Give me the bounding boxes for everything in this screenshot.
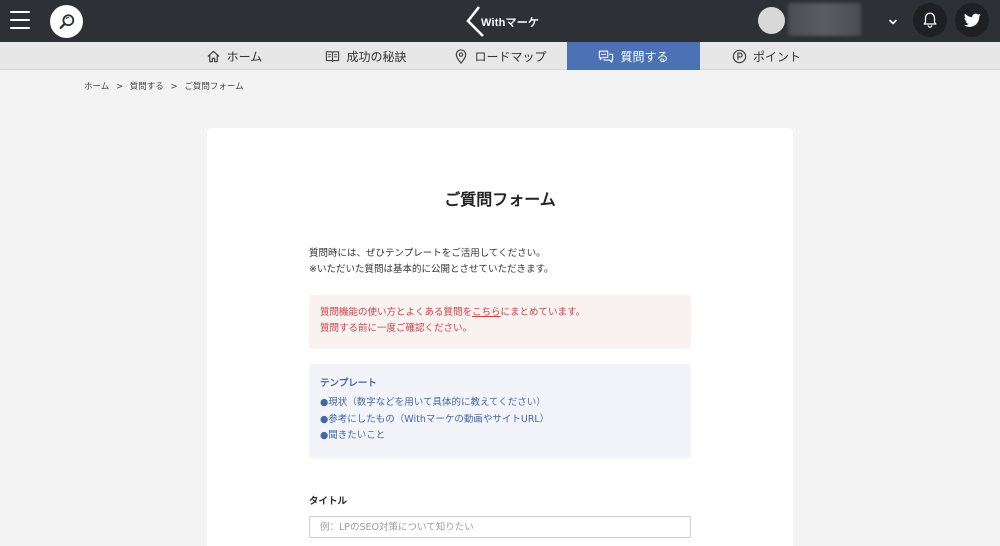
book-icon <box>326 50 340 62</box>
template-box: テンプレート ●現状（数字などを用いて具体的に教えてください） ●参考にしたもの… <box>309 364 691 458</box>
template-item: ●参考にしたもの（Withマーケの動画やサイトURL） <box>320 413 550 425</box>
title-field-label: タイトル <box>309 496 348 507</box>
user-menu-dropdown[interactable] <box>886 14 900 28</box>
nav-item-label: 質問する <box>620 49 669 64</box>
notice-text-post: にまとめています。 <box>500 307 586 318</box>
notice-line-2: 質問する前に一度ご確認ください。 <box>320 323 473 334</box>
form-intro: 質問時には、ぜひテンプレートをご活用してください。 ※いただいた質問は基本的に公… <box>309 246 554 278</box>
notification-button[interactable] <box>913 3 947 37</box>
template-item: ●聞きたいこと <box>320 430 386 441</box>
template-item: ●現状（数字などを用いて具体的に教えてください） <box>320 397 546 408</box>
breadcrumb-separator: > <box>170 82 178 92</box>
avatar[interactable] <box>758 7 785 34</box>
breadcrumb-ask[interactable]: 質問する <box>130 82 164 92</box>
intro-line-1: 質問時には、ぜひテンプレートをご活用してください。 <box>309 248 546 259</box>
breadcrumb-home[interactable]: ホーム <box>84 82 109 92</box>
point-coin-icon <box>732 49 747 63</box>
page-title: ご質問フォーム <box>444 190 556 209</box>
nav-item-success-secrets[interactable]: 成功の秘訣 <box>298 42 434 70</box>
username-blurred[interactable] <box>788 3 861 36</box>
nav-item-label: ポイント <box>752 49 801 64</box>
top-header: Withマーケ <box>0 0 1000 42</box>
nav-item-roadmap[interactable]: ロードマップ <box>434 42 567 70</box>
chat-icon <box>599 50 614 63</box>
home-icon <box>207 50 220 62</box>
hamburger-menu-icon[interactable] <box>10 11 30 29</box>
template-title: テンプレート <box>320 378 377 389</box>
logo-text: Withマーケ <box>481 17 540 29</box>
intro-line-2: ※いただいた質問は基本的に公開とさせていただきます。 <box>309 264 554 275</box>
nav-item-label: ロードマップ <box>474 49 547 64</box>
notice-text-pre: 質問機能の使い方とよくある質問を <box>320 307 473 318</box>
site-logo[interactable]: Withマーケ <box>465 5 539 38</box>
title-input[interactable] <box>309 516 691 538</box>
faq-link[interactable]: こちら <box>472 307 501 318</box>
bell-icon <box>923 12 937 28</box>
nav-item-label: ホーム <box>226 49 263 64</box>
breadcrumb-current: ご質問フォーム <box>184 82 244 92</box>
search-icon <box>59 13 74 29</box>
notice-line-1: 質問機能の使い方とよくある質問をこちらにまとめています。 <box>320 305 680 321</box>
nav-item-home[interactable]: ホーム <box>170 42 298 70</box>
twitter-icon <box>963 13 981 27</box>
faq-notice: 質問機能の使い方とよくある質問をこちらにまとめています。 質問する前に一度ご確認… <box>309 295 691 349</box>
breadcrumb: ホーム > 質問する > ご質問フォーム <box>84 80 248 92</box>
twitter-button[interactable] <box>955 3 989 37</box>
map-pin-icon <box>456 48 467 64</box>
search-button[interactable] <box>50 5 83 38</box>
nav-item-points[interactable]: ポイント <box>700 42 833 70</box>
main-nav: ホーム 成功の秘訣 ロードマップ 質問する ポイント <box>0 42 1000 70</box>
chevron-down-icon <box>889 19 897 25</box>
nav-item-ask-question[interactable]: 質問する <box>567 42 700 70</box>
question-form-card: ご質問フォーム 質問時には、ぜひテンプレートをご活用してください。 ※いただいた… <box>207 128 793 546</box>
breadcrumb-separator: > <box>115 82 124 92</box>
nav-item-label: 成功の秘訣 <box>346 49 407 64</box>
